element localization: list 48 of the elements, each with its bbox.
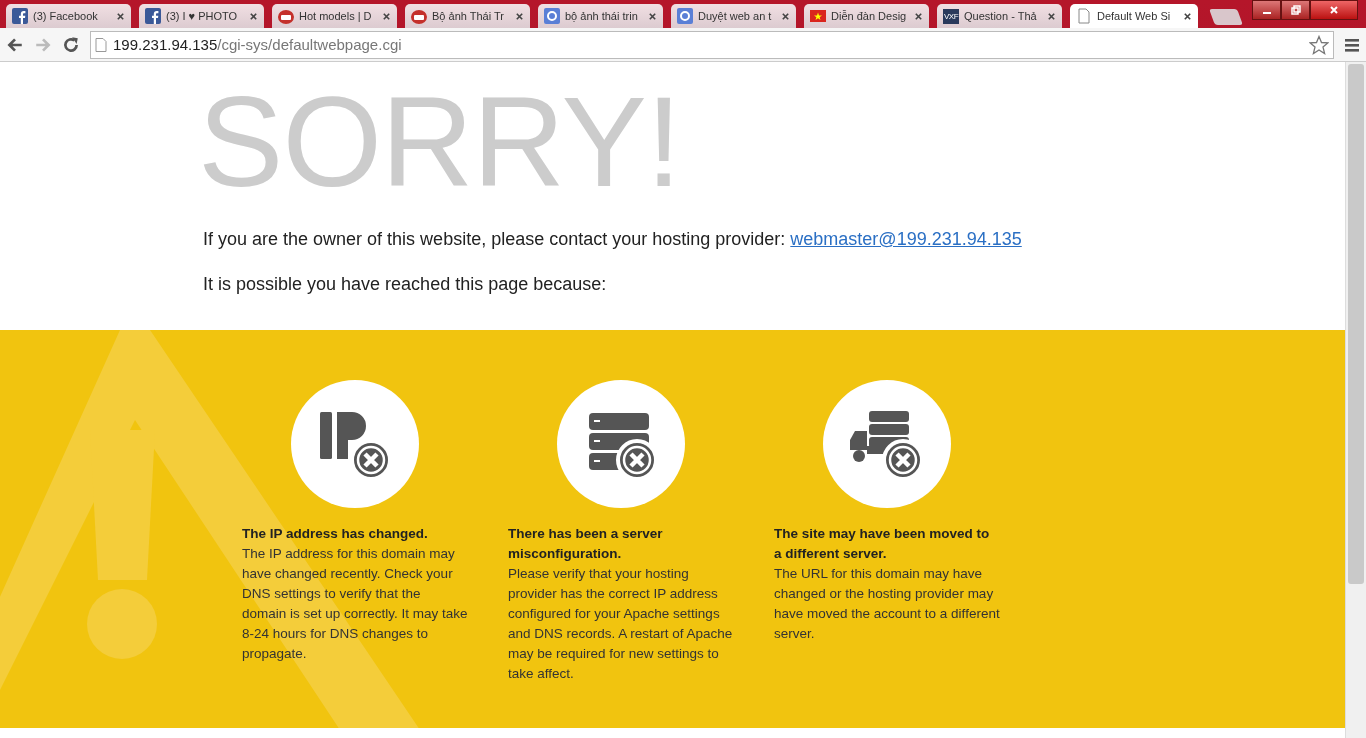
close-icon[interactable] [515,11,524,21]
email-link[interactable]: webmaster@199.231.94.135 [790,229,1022,249]
reason-text: There has been a server misconfiguration. Please verify that your hosting provider has the correct IP address configured for your Apache settings and DNS records. A restart of Apache may be required for new settings to take affect. [508,525,734,683]
browser-tab[interactable]: Diễn đàn Desig [804,4,929,28]
facebook-icon [12,8,28,24]
restore-icon [1289,4,1302,16]
truck-error-icon [823,380,951,508]
url-text: 199.231.94.135/cgi-sys/defaultwebpage.cgi [113,36,403,53]
owner-message: If you are the owner of this website, please contact your hosting provider: webmaster@199.231.94.135 [203,228,1023,250]
scrollbar[interactable] [1345,62,1366,738]
browser-tab[interactable]: Duyệt web an t [671,4,796,28]
reason-text: The site may have been moved to a different server. The URL for this domain may have changed or the hosting provider may have moved the account to a different server. [774,525,1000,643]
minimize-button[interactable] [1252,0,1281,20]
close-icon[interactable] [648,11,657,21]
star-icon[interactable] [1309,34,1329,55]
close-icon[interactable] [1183,11,1192,21]
reason-intro: It is possible you have reached this page because: [203,273,608,295]
close-button[interactable] [1310,0,1358,20]
close-icon[interactable] [914,11,923,21]
reload-icon[interactable] [62,35,80,54]
browser-tab[interactable]: Bộ ảnh Thái Tr [405,4,530,28]
page-icon [95,37,107,52]
close-icon[interactable] [1047,11,1056,21]
browser-tab[interactable]: VXF Question - Thả [937,4,1062,28]
browser-tab[interactable]: Default Web Si [1070,4,1198,28]
close-icon[interactable] [781,11,790,21]
facebook-icon [145,8,161,24]
server-error-icon [557,380,685,508]
close-icon[interactable] [116,11,125,21]
flag-icon [810,8,826,24]
reason-text: The IP address has changed. The IP address for this domain may have changed recently. Check your DNS settings to verify that the domain is set up correctly. It may take 8-24 hours for DNS changes to propagate. [242,525,468,663]
restore-button[interactable] [1281,0,1310,20]
google-icon [544,8,560,24]
page-icon [1076,8,1092,24]
browser-tab[interactable]: bộ ảnh thái trin [538,4,663,28]
close-icon [1328,4,1340,16]
menu-icon[interactable] [1344,36,1360,53]
ip-error-icon [291,380,419,508]
address-bar[interactable]: 199.231.94.135/cgi-sys/defaultwebpage.cgi [90,30,1334,59]
new-tab-button[interactable] [1209,9,1243,25]
close-icon[interactable] [382,11,391,21]
browser-tab[interactable]: (3) I ♥ PHOTO [139,4,264,28]
minimize-icon [1262,12,1271,14]
close-icon[interactable] [249,11,258,21]
site-logo-icon: VXF [943,8,960,24]
browser-tab[interactable]: (3) Facebook [6,4,131,28]
google-icon [677,8,693,24]
browser-tab[interactable]: Hot models | D [272,4,397,28]
